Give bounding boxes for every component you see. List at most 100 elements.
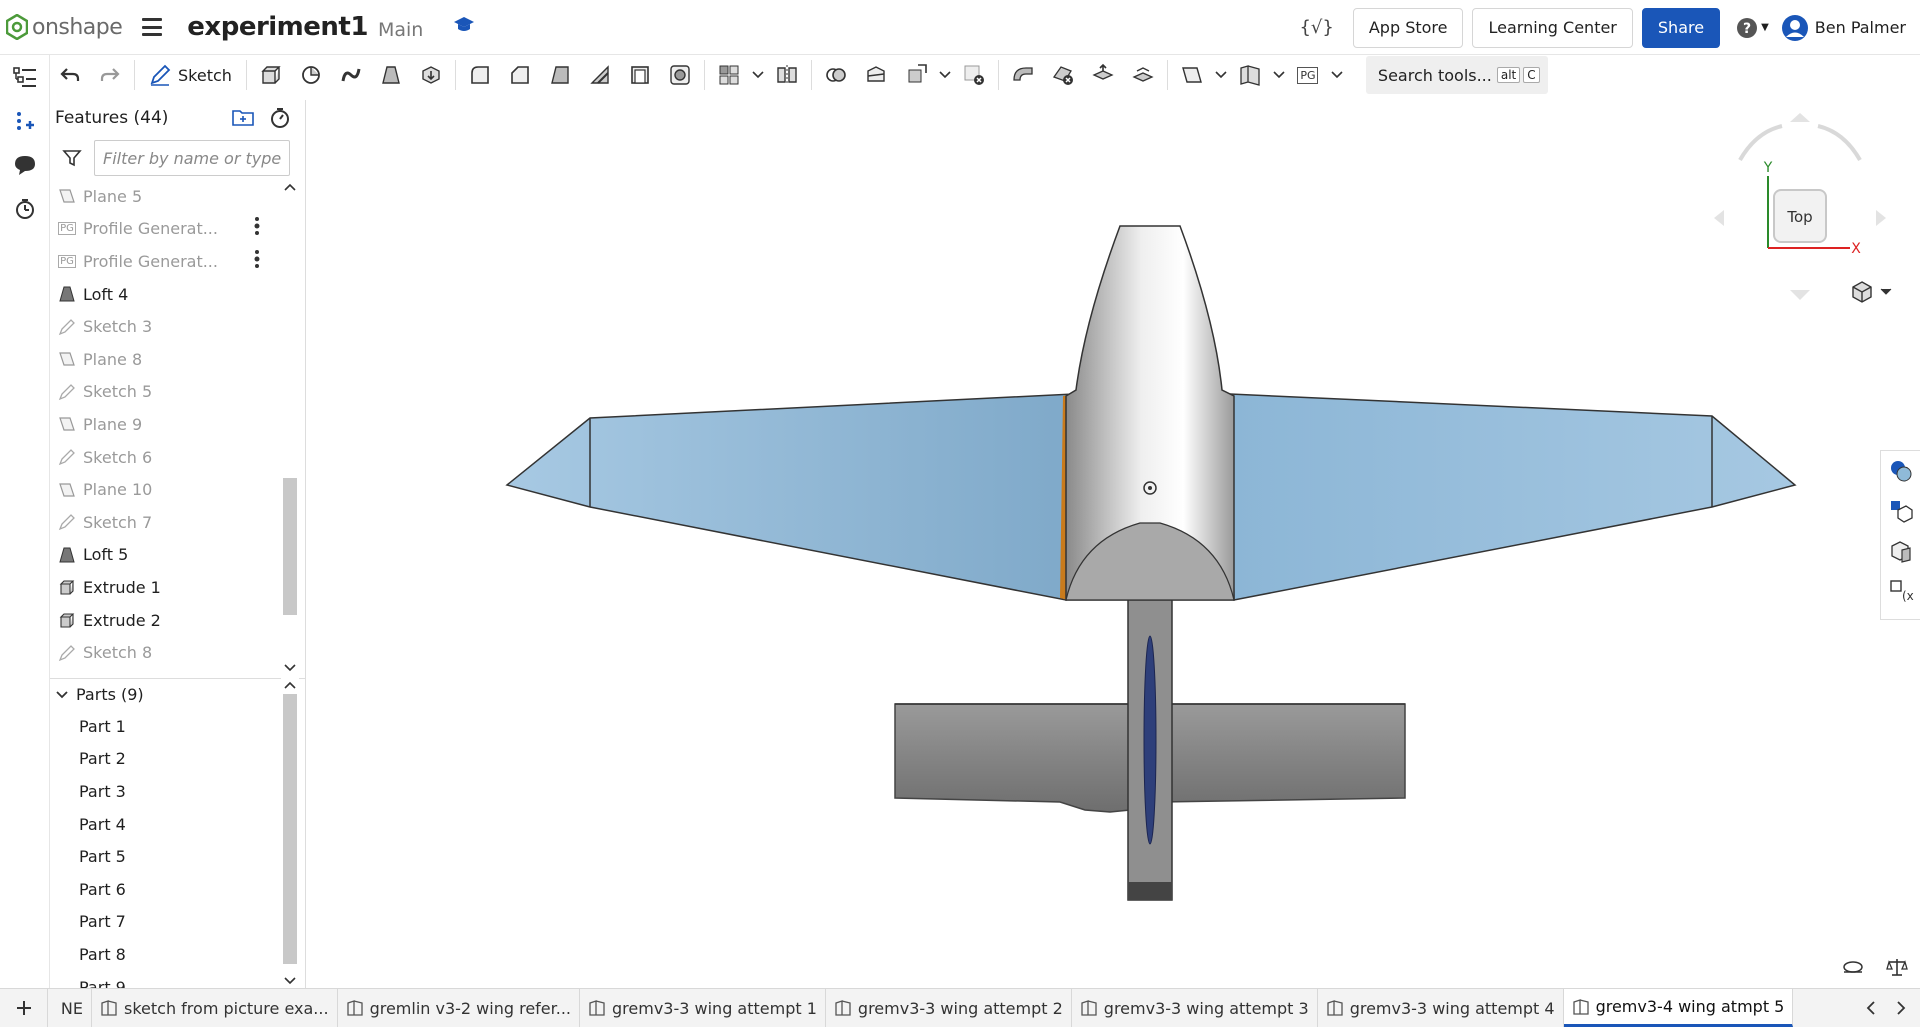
scroll-down-icon[interactable] xyxy=(283,663,297,673)
plane-tool[interactable] xyxy=(1172,55,1212,95)
share-button[interactable]: Share xyxy=(1641,7,1721,48)
feature-item[interactable]: Sketch 3 xyxy=(50,310,290,343)
appearance-icon[interactable] xyxy=(1881,451,1920,491)
part-item[interactable]: Part 4 xyxy=(50,808,290,841)
education-cap-icon[interactable] xyxy=(453,15,475,39)
chevron-down-icon[interactable] xyxy=(749,55,767,95)
variable-studio-icon[interactable]: {√} xyxy=(1299,17,1333,38)
shell-tool[interactable] xyxy=(620,55,660,95)
rotate-left-icon[interactable] xyxy=(1738,124,1783,162)
scroll-up-icon[interactable] xyxy=(283,182,297,192)
part-item[interactable]: Part 5 xyxy=(50,840,290,873)
part-item[interactable]: Part 2 xyxy=(50,743,290,776)
extrude-tool[interactable] xyxy=(251,55,291,95)
filter-input[interactable]: Filter by name or type xyxy=(94,140,290,176)
section-view-icon[interactable] xyxy=(1881,531,1920,571)
feature-item[interactable]: Plane 9 xyxy=(50,408,290,441)
linear-pattern-tool[interactable] xyxy=(709,55,749,95)
sketch-button[interactable]: Sketch xyxy=(139,55,242,95)
thicken-tool[interactable] xyxy=(411,55,451,95)
scroll-down-icon[interactable] xyxy=(283,976,297,986)
feature-item[interactable]: Loft 4 xyxy=(50,278,290,311)
boolean-tool[interactable] xyxy=(816,55,856,95)
document-tab[interactable]: gremv3-3 wing attempt 3 xyxy=(1072,989,1318,1027)
arrow-left-icon[interactable] xyxy=(1714,210,1724,226)
feature-item[interactable]: PG Profile Generat... xyxy=(50,213,290,246)
document-tab[interactable]: gremv3-3 wing attempt 1 xyxy=(580,989,826,1027)
rollback-timer-icon[interactable] xyxy=(269,107,291,129)
exploded-view-icon[interactable] xyxy=(1881,491,1920,531)
document-tab[interactable]: NE xyxy=(48,989,92,1027)
app-store-button[interactable]: App Store xyxy=(1352,7,1464,48)
add-tab-button[interactable] xyxy=(0,989,48,1027)
mass-properties-icon[interactable] xyxy=(1886,956,1908,982)
user-menu[interactable]: Ben Palmer xyxy=(1781,14,1906,42)
learning-center-button[interactable]: Learning Center xyxy=(1472,7,1633,48)
model-render[interactable] xyxy=(307,95,1920,988)
part-item[interactable]: Part 1 xyxy=(50,710,290,743)
search-tools-input[interactable]: Search tools... alt C xyxy=(1365,56,1548,94)
onshape-logo[interactable]: onshape xyxy=(6,14,123,40)
arrow-down-icon[interactable] xyxy=(1790,290,1810,300)
feature-item[interactable]: Extrude 2 xyxy=(50,604,290,637)
redo-button[interactable] xyxy=(90,55,130,95)
chevron-down-icon[interactable] xyxy=(1212,55,1230,95)
loft-tool[interactable] xyxy=(371,55,411,95)
parts-header[interactable]: Parts (9) xyxy=(50,678,306,710)
insert-feature-icon[interactable] xyxy=(0,99,50,143)
scroll-up-icon[interactable] xyxy=(283,680,297,690)
mirror-tool[interactable] xyxy=(767,55,807,95)
rotate-right-icon[interactable] xyxy=(1817,124,1862,162)
history-icon[interactable] xyxy=(0,187,50,231)
draft-tool[interactable] xyxy=(540,55,580,95)
feature-item[interactable]: Sketch 6 xyxy=(50,441,290,474)
part-item[interactable]: Part 8 xyxy=(50,938,290,971)
replace-face-tool[interactable] xyxy=(1123,55,1163,95)
document-tab[interactable]: gremv3-3 wing attempt 4 xyxy=(1318,989,1564,1027)
feature-list-scrollbar[interactable] xyxy=(281,180,299,675)
scrollbar-thumb[interactable] xyxy=(283,694,297,964)
left-wing[interactable] xyxy=(505,393,1075,601)
rib-tool[interactable] xyxy=(580,55,620,95)
feature-list-icon[interactable] xyxy=(0,55,50,99)
graphics-viewport[interactable] xyxy=(307,95,1920,988)
feature-item[interactable]: Sketch 5 xyxy=(50,376,290,409)
chamfer-tool[interactable] xyxy=(500,55,540,95)
menu-icon[interactable] xyxy=(142,18,163,36)
feature-item[interactable]: Sketch 8 xyxy=(50,636,290,669)
delete-part-tool[interactable] xyxy=(954,55,994,95)
document-title[interactable]: experiment1 xyxy=(187,12,368,42)
scroll-tabs-right-button[interactable] xyxy=(1886,989,1916,1027)
fillet-tool[interactable] xyxy=(460,55,500,95)
feature-item[interactable]: Loft 5 xyxy=(50,539,290,572)
measure-icon[interactable] xyxy=(1842,958,1864,980)
document-tab[interactable]: gremlin v3-2 wing refer... xyxy=(338,989,581,1027)
document-tab[interactable]: gremv3-3 wing attempt 2 xyxy=(826,989,1072,1027)
right-wing[interactable] xyxy=(1229,393,1797,601)
tail-boom[interactable] xyxy=(1127,597,1173,901)
feature-options-icon[interactable] xyxy=(254,216,260,241)
add-folder-icon[interactable] xyxy=(231,107,255,127)
chevron-down-icon[interactable] xyxy=(1270,55,1288,95)
part-item[interactable]: Part 7 xyxy=(50,906,290,939)
scrollbar-thumb[interactable] xyxy=(283,478,297,615)
scroll-tabs-left-button[interactable] xyxy=(1856,989,1886,1027)
sheet-metal-tool[interactable] xyxy=(1230,55,1270,95)
delete-face-tool[interactable] xyxy=(1043,55,1083,95)
feature-item[interactable]: Plane 10 xyxy=(50,473,290,506)
arrow-up-icon[interactable] xyxy=(1790,113,1810,122)
comments-icon[interactable] xyxy=(0,143,50,187)
modify-fillet-tool[interactable] xyxy=(1003,55,1043,95)
profile-generator-tool[interactable]: PG xyxy=(1288,55,1328,95)
feature-item[interactable]: Sketch 7 xyxy=(50,506,290,539)
hole-tool[interactable] xyxy=(660,55,700,95)
sweep-tool[interactable] xyxy=(331,55,371,95)
parts-list-scrollbar[interactable] xyxy=(281,678,299,988)
feature-options-icon[interactable] xyxy=(254,249,260,274)
feature-item[interactable]: PG Profile Generat... xyxy=(50,245,290,278)
branch-name[interactable]: Main xyxy=(378,19,423,41)
variables-icon[interactable]: (x) xyxy=(1881,571,1920,611)
arrow-right-icon[interactable] xyxy=(1876,210,1886,226)
transform-tool[interactable] xyxy=(896,55,936,95)
feature-item[interactable]: Extrude 1 xyxy=(50,571,290,604)
